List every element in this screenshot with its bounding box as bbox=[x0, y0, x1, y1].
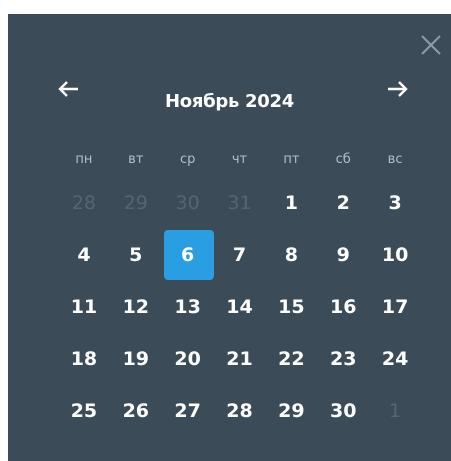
day-cell[interactable]: 8 bbox=[265, 236, 317, 274]
day-cell-other-month[interactable]: 1 bbox=[369, 392, 421, 430]
day-cell[interactable]: 4 bbox=[58, 236, 110, 274]
day-cell[interactable]: 1 bbox=[265, 184, 317, 222]
day-cell[interactable]: 28 bbox=[214, 392, 266, 430]
day-cell[interactable]: 12 bbox=[110, 288, 162, 326]
day-cell[interactable]: 7 bbox=[214, 236, 266, 274]
month-title: Ноябрь 2024 bbox=[165, 91, 294, 112]
arrow-right-icon[interactable] bbox=[382, 74, 412, 104]
weekday-label: вт bbox=[128, 152, 144, 167]
day-cell[interactable]: 16 bbox=[317, 288, 369, 326]
day-cell[interactable]: 25 bbox=[58, 392, 110, 430]
week-row: 25 26 27 28 29 30 1 bbox=[58, 392, 421, 430]
day-cell[interactable]: 27 bbox=[162, 392, 214, 430]
day-cell-other-month[interactable]: 31 bbox=[214, 184, 266, 222]
day-cell[interactable]: 14 bbox=[214, 288, 266, 326]
day-cell[interactable]: 19 bbox=[110, 340, 162, 378]
week-row: 4 5 6 7 8 9 10 bbox=[58, 230, 421, 280]
weekday-label: пт bbox=[283, 152, 300, 167]
day-cell-selected[interactable]: 6 bbox=[162, 230, 214, 280]
day-cell[interactable]: 13 bbox=[162, 288, 214, 326]
day-cell[interactable]: 20 bbox=[162, 340, 214, 378]
day-cell[interactable]: 22 bbox=[265, 340, 317, 378]
close-icon[interactable] bbox=[420, 34, 442, 56]
day-cell[interactable]: 29 bbox=[265, 392, 317, 430]
day-cell[interactable]: 30 bbox=[317, 392, 369, 430]
day-cell[interactable]: 18 bbox=[58, 340, 110, 378]
week-row: 11 12 13 14 15 16 17 bbox=[58, 288, 421, 326]
day-cell[interactable]: 24 bbox=[369, 340, 421, 378]
day-cell[interactable]: 26 bbox=[110, 392, 162, 430]
day-cell[interactable]: 5 bbox=[110, 236, 162, 274]
day-cell[interactable]: 15 bbox=[265, 288, 317, 326]
day-cell-other-month[interactable]: 29 bbox=[110, 184, 162, 222]
arrow-left-icon[interactable] bbox=[54, 74, 84, 104]
weekday-label: ср bbox=[179, 152, 196, 167]
day-cell-other-month[interactable]: 30 bbox=[162, 184, 214, 222]
day-cell[interactable]: 23 bbox=[317, 340, 369, 378]
day-cell[interactable]: 10 bbox=[369, 236, 421, 274]
day-cell-other-month[interactable]: 28 bbox=[58, 184, 110, 222]
calendar-grid: пн вт ср чт пт сб вс 28 29 30 31 1 2 3 4… bbox=[58, 150, 421, 430]
day-cell[interactable]: 21 bbox=[214, 340, 266, 378]
day-cell[interactable]: 2 bbox=[317, 184, 369, 222]
weekday-label: чт bbox=[231, 152, 248, 167]
day-cell[interactable]: 9 bbox=[317, 236, 369, 274]
day-cell[interactable]: 17 bbox=[369, 288, 421, 326]
day-cell[interactable]: 3 bbox=[369, 184, 421, 222]
weekday-header: пн вт ср чт пт сб вс bbox=[58, 150, 421, 170]
day-cell[interactable]: 11 bbox=[58, 288, 110, 326]
datepicker-panel: Ноябрь 2024 пн вт ср чт пт сб вс 28 29 3… bbox=[8, 14, 451, 461]
weekday-label: вс bbox=[387, 152, 403, 167]
weekday-label: пн bbox=[75, 152, 93, 167]
weekday-label: сб bbox=[335, 152, 351, 167]
week-row: 28 29 30 31 1 2 3 bbox=[58, 184, 421, 222]
week-row: 18 19 20 21 22 23 24 bbox=[58, 340, 421, 378]
